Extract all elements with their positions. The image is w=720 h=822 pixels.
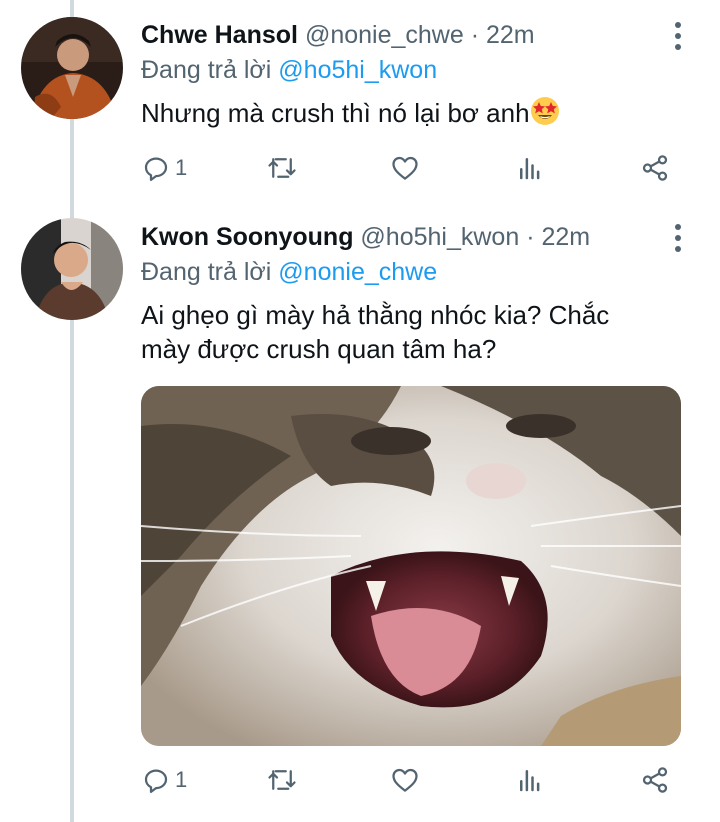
analytics-icon — [520, 158, 540, 180]
tweet-text: Nhưng mà crush thì nó lại bơ anh — [141, 96, 560, 134]
analytics-icon — [520, 770, 540, 792]
tweet-header: Chwe Hansol @nonie_chwe · 22m — [141, 20, 535, 50]
analytics-button[interactable] — [515, 150, 545, 186]
analytics-button[interactable] — [515, 762, 545, 798]
retweet-icon — [268, 158, 296, 178]
heart-icon — [392, 156, 418, 180]
tweet-text: Ai ghẹo gì mày hả thằng nhóc kia? Chắc m… — [141, 298, 609, 366]
heart-icon — [392, 768, 418, 792]
cat-photo-image — [141, 386, 681, 746]
more-options-icon[interactable] — [672, 224, 684, 252]
tweet-reply-1[interactable]: Chwe Hansol @nonie_chwe · 22m Đang trả l… — [0, 0, 720, 205]
timestamp[interactable]: 22m — [541, 223, 590, 251]
tweet-media-photo[interactable] — [141, 386, 681, 746]
replying-to-line: Đang trả lời @ho5hi_kwon — [141, 55, 437, 85]
share-icon — [642, 155, 668, 181]
reply-icon — [144, 157, 168, 181]
separator-dot: · — [526, 223, 535, 251]
share-button[interactable] — [639, 762, 671, 798]
replying-to-line: Đang trả lời @nonie_chwe — [141, 257, 437, 287]
replying-to-label: Đang trả lời — [141, 258, 272, 286]
retweet-button[interactable] — [265, 150, 299, 186]
star-struck-emoji-icon — [530, 96, 560, 134]
retweet-icon — [268, 770, 296, 790]
avatar[interactable] — [21, 17, 123, 119]
display-name[interactable]: Kwon Soonyoung — [141, 223, 353, 251]
display-name[interactable]: Chwe Hansol — [141, 21, 298, 49]
retweet-button[interactable] — [265, 762, 299, 798]
tweet-text-content: Nhưng mà crush thì nó lại bơ anh — [141, 98, 530, 128]
like-button[interactable] — [389, 762, 421, 798]
tweet-actions: 1 — [141, 150, 681, 186]
reply-count: 1 — [175, 767, 188, 792]
replying-to-mention[interactable]: @ho5hi_kwon — [278, 56, 437, 84]
share-button[interactable] — [639, 150, 671, 186]
reply-button[interactable]: 1 — [141, 150, 187, 186]
user-handle[interactable]: @nonie_chwe — [305, 21, 464, 49]
replying-to-mention[interactable]: @nonie_chwe — [278, 258, 437, 286]
more-options-icon[interactable] — [672, 22, 684, 50]
avatar[interactable] — [21, 218, 123, 320]
reply-button[interactable]: 1 — [141, 762, 187, 798]
tweet-header: Kwon Soonyoung @ho5hi_kwon · 22m — [141, 222, 590, 252]
like-button[interactable] — [389, 150, 421, 186]
user-handle[interactable]: @ho5hi_kwon — [360, 223, 519, 251]
tweet-actions: 1 — [141, 762, 681, 798]
share-icon — [642, 767, 668, 793]
tweet-text-line-1: Ai ghẹo gì mày hả thằng nhóc kia? Chắc — [141, 300, 610, 330]
reply-icon — [144, 769, 168, 793]
replying-to-label: Đang trả lời — [141, 56, 272, 84]
timestamp[interactable]: 22m — [486, 21, 535, 49]
reply-count: 1 — [175, 155, 188, 180]
tweet-text-line-2: mày được crush quan tâm ha? — [141, 334, 497, 364]
separator-dot: · — [470, 21, 480, 49]
